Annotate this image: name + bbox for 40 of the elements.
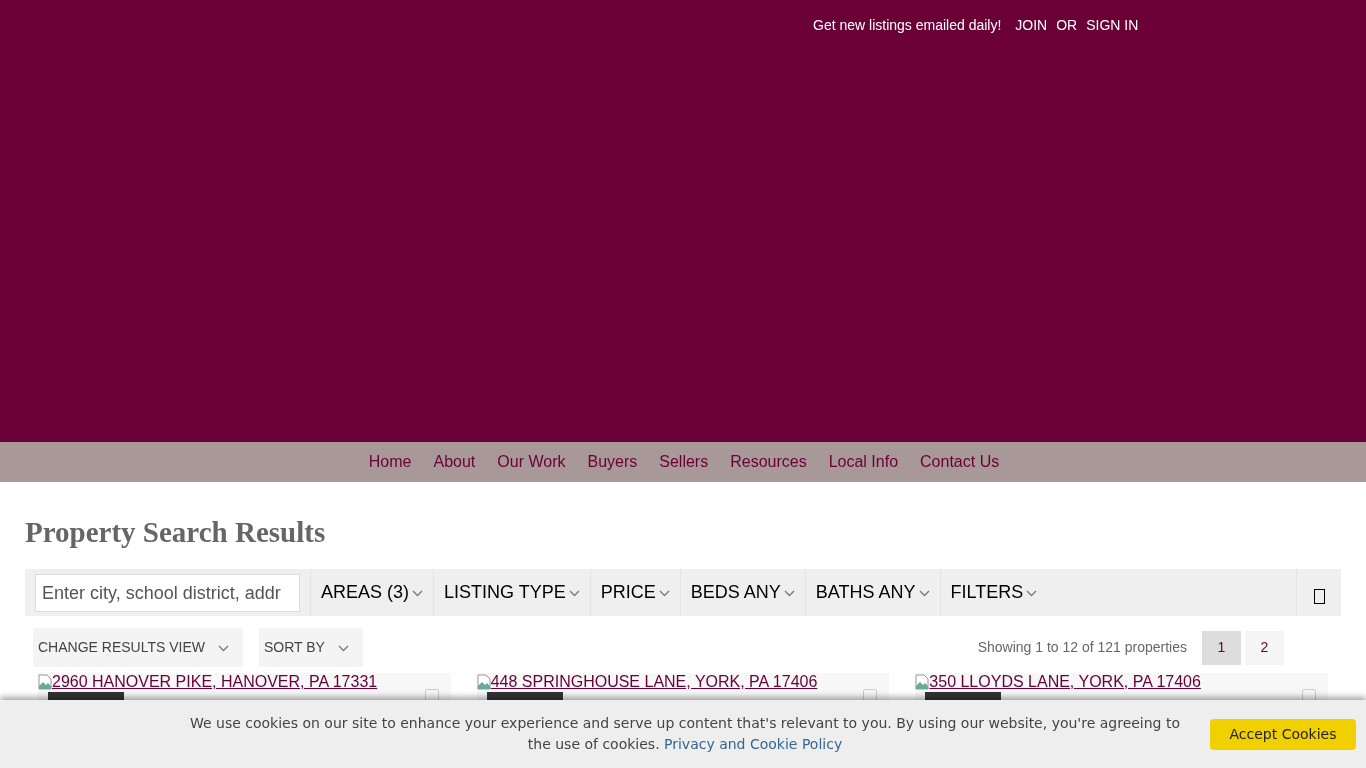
chevron-down-icon [337,645,349,652]
nav-link[interactable]: Contact Us [920,450,1000,474]
listing-address-link[interactable]: 448 SPRINGHOUSE LANE, YORK, PA 17406 [490,673,818,691]
listing-address-link[interactable]: 2960 HANOVER PIKE, HANOVER, PA 17331 [52,673,378,691]
filter-dropdown[interactable]: PRICE [589,569,680,616]
chevron-down-icon [412,590,424,597]
page-title: Property Search Results [25,515,327,550]
or-text: OR [1056,16,1078,35]
chevron-down-icon [218,645,229,652]
chevron-down-icon [658,590,670,597]
dropdown-button[interactable]: SORT BY [259,628,363,667]
nav-link[interactable]: Local Info [828,450,899,474]
sign-in-link[interactable]: SIGN IN [1086,15,1139,36]
nav-link[interactable]: Resources [730,450,807,474]
page-button[interactable]: 1 [1202,630,1241,665]
filter-dropdown[interactable]: BATHS ANY [804,569,940,616]
chevron-down-icon [1026,590,1038,597]
nav-link[interactable]: Home [368,450,412,474]
nav-link[interactable]: Sellers [659,450,709,474]
nav-link[interactable]: Our Work [497,450,566,474]
privacy-policy-link[interactable]: Privacy and Cookie Policy [664,736,843,752]
nav-link[interactable]: Buyers [587,450,638,474]
join-link[interactable]: JOIN [1015,15,1048,36]
accept-cookies-button[interactable]: Accept Cookies [1210,718,1356,750]
chevron-down-icon [568,590,580,597]
results-summary: Showing 1 to 12 of 121 properties [977,638,1187,657]
chevron-down-icon [783,590,795,597]
listing-address-link[interactable]: 350 LLOYDS LANE, YORK, PA 17406 [929,673,1201,691]
filter-dropdown[interactable]: LISTING TYPE [433,569,590,616]
promo-text: Get new listings emailed daily! [813,16,1002,35]
cookie-message: We use cookies on our site to enhance your experience and serve up content that's relevant to you. By using our website, you're agreeing to the use of cookies. Privacy and Cookie Policy [188,714,1181,754]
filter-dropdown[interactable]: AREAS (3) [310,569,434,616]
nav-link[interactable]: About [433,450,476,474]
dropdown-button[interactable]: CHANGE RESULTS VIEW [33,628,243,667]
map-toggle-icon[interactable] [1313,589,1325,604]
filter-dropdown[interactable]: BEDS ANY [679,569,805,616]
filter-dropdown[interactable]: FILTERS [939,569,1048,616]
search-field[interactable]: Enter city, school district, addr [35,574,300,612]
chevron-down-icon [918,590,930,597]
page-button[interactable]: 2 [1245,630,1284,665]
